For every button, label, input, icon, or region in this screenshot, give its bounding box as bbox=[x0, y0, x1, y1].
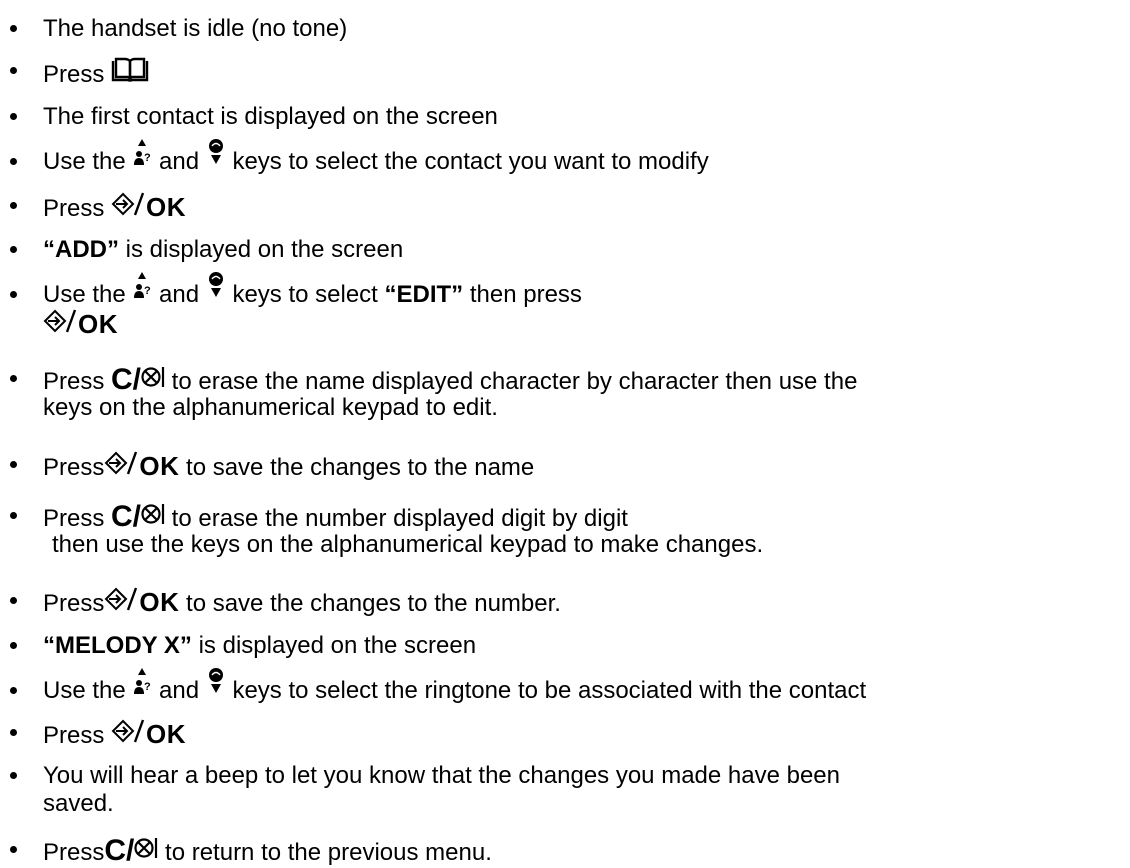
step-text: to save the changes to the number. bbox=[179, 590, 561, 617]
down-call-key-icon bbox=[206, 272, 226, 309]
ok-key-icon: OK bbox=[104, 587, 179, 616]
step-text: Press bbox=[43, 61, 112, 88]
step-text: and bbox=[152, 281, 206, 308]
step-text-continued: saved. bbox=[43, 790, 114, 817]
svg-text:?: ? bbox=[144, 285, 151, 297]
bullet-icon bbox=[10, 772, 17, 779]
step-text: You will hear a beep to let you know tha… bbox=[43, 762, 841, 789]
ok-label: OK bbox=[146, 192, 187, 222]
bullet-icon bbox=[10, 291, 17, 298]
up-contact-key-icon: ? bbox=[132, 139, 152, 176]
down-call-key-icon bbox=[206, 668, 226, 705]
step-text: and bbox=[152, 677, 206, 704]
step-text: to erase the number displayed digit by d… bbox=[165, 505, 628, 532]
step-text: Press bbox=[43, 505, 112, 532]
ok-label: OK bbox=[146, 719, 187, 749]
up-contact-key-icon: ? bbox=[132, 272, 152, 309]
step-text: Press bbox=[43, 195, 112, 222]
bullet-icon bbox=[10, 158, 17, 165]
up-contact-key-icon: ? bbox=[132, 668, 152, 705]
ok-label: OK bbox=[78, 309, 118, 339]
bullet-icon bbox=[10, 461, 17, 468]
bullet-icon bbox=[10, 512, 17, 519]
ok-label: OK bbox=[139, 451, 180, 481]
bullet-icon bbox=[10, 729, 17, 736]
bullet-icon bbox=[10, 25, 17, 32]
ok-key-icon: OK bbox=[104, 451, 179, 480]
step-text: Press bbox=[43, 590, 105, 617]
step-text: then press bbox=[463, 281, 582, 308]
bullet-icon bbox=[10, 113, 17, 120]
step-text: Use the bbox=[43, 148, 133, 175]
step-text: Use the bbox=[43, 677, 133, 704]
step-text: to return to the previous menu. bbox=[158, 839, 492, 866]
step-text: is displayed on the screen bbox=[191, 632, 477, 659]
menu-option: “EDIT” bbox=[384, 281, 464, 308]
step-text: Press bbox=[43, 722, 112, 749]
step-text: is displayed on the screen bbox=[119, 236, 404, 263]
instruction-document: The handset is idle (no tone) Press The … bbox=[0, 0, 1130, 868]
bullet-icon bbox=[10, 246, 17, 253]
ok-key-icon: OK bbox=[111, 192, 186, 221]
step-text: keys to select the contact you want to m… bbox=[225, 148, 709, 175]
screen-message: “MELODY X” bbox=[43, 632, 192, 659]
step-text: keys to select bbox=[225, 281, 385, 308]
bullet-icon bbox=[10, 846, 17, 853]
bullet-icon bbox=[10, 687, 17, 694]
step-text: The handset is idle (no tone) bbox=[43, 15, 348, 42]
step-text-continued: then use the keys on the alphanumerical … bbox=[52, 531, 764, 558]
svg-text:?: ? bbox=[144, 152, 151, 164]
phonebook-icon bbox=[111, 57, 149, 89]
svg-text:?: ? bbox=[144, 681, 151, 693]
clear-key-icon: C/ bbox=[104, 834, 158, 867]
ok-key-icon: OK bbox=[43, 309, 118, 338]
bullet-icon bbox=[10, 202, 17, 209]
clear-key-label: C/ bbox=[111, 500, 142, 533]
clear-key-label: C/ bbox=[111, 363, 142, 396]
ok-label: OK bbox=[139, 587, 180, 617]
clear-key-icon: C/ bbox=[111, 500, 165, 533]
bullet-icon bbox=[10, 375, 17, 382]
down-call-key-icon bbox=[206, 139, 226, 176]
step-text: Press bbox=[43, 454, 105, 481]
step-text: to save the changes to the name bbox=[179, 454, 535, 481]
step-text: The first contact is displayed on the sc… bbox=[43, 103, 498, 130]
step-text: keys to select the ringtone to be associ… bbox=[225, 677, 867, 704]
screen-message: “ADD” bbox=[43, 236, 119, 263]
clear-key-label: C/ bbox=[104, 834, 135, 867]
bullet-icon bbox=[10, 597, 17, 604]
step-text: to erase the name displayed character by… bbox=[165, 368, 858, 395]
step-text: and bbox=[152, 148, 206, 175]
step-text-continued: keys on the alphanumerical keypad to edi… bbox=[43, 394, 498, 421]
step-text: Press bbox=[43, 368, 112, 395]
bullet-icon bbox=[10, 67, 17, 74]
bullet-icon bbox=[10, 642, 17, 649]
step-text: Press bbox=[43, 839, 105, 866]
step-text: Use the bbox=[43, 281, 133, 308]
ok-key-icon: OK bbox=[111, 719, 186, 748]
clear-key-icon: C/ bbox=[111, 363, 165, 396]
